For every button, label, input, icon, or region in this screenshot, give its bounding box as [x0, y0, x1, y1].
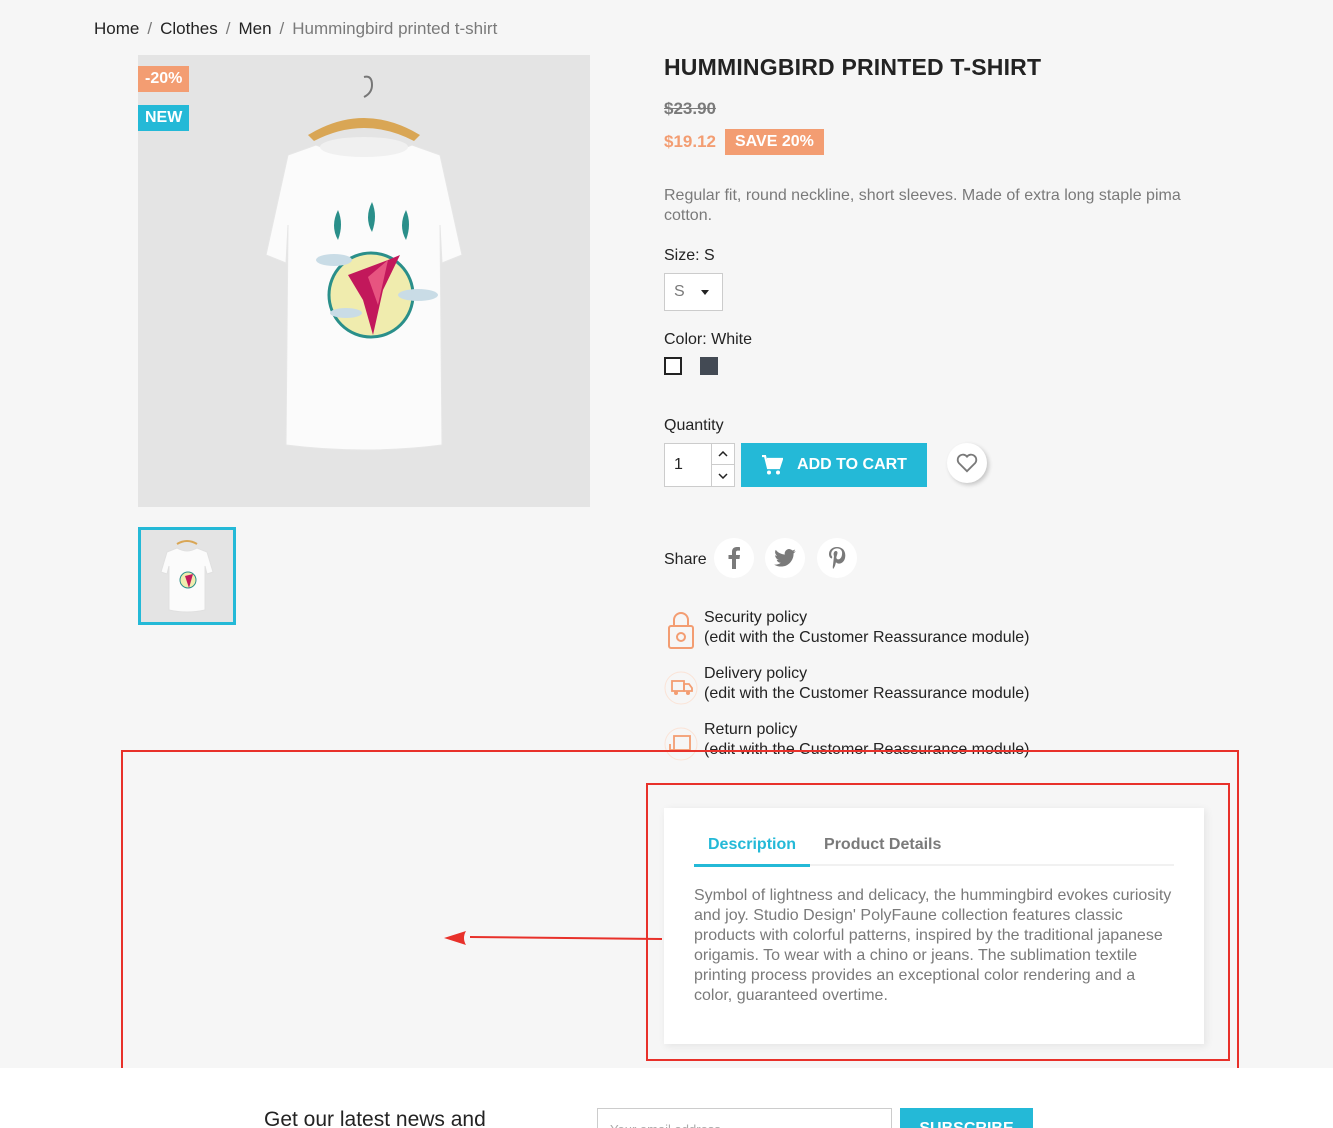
return-box-icon: [664, 727, 698, 761]
reassurance-subtitle: (edit with the Customer Reassurance modu…: [704, 685, 1030, 702]
wishlist-button[interactable]: [947, 443, 987, 483]
reassurance-security: Security policy (edit with the Customer …: [664, 608, 1084, 658]
color-label: Color: White: [664, 331, 753, 348]
breadcrumb-separator: /: [225, 19, 231, 38]
caret-down-icon: [701, 290, 709, 295]
newsletter-email-input[interactable]: Your email address: [597, 1108, 892, 1128]
twitter-share-button[interactable]: [765, 538, 805, 578]
reassurance-title: Return policy: [704, 721, 798, 738]
size-selected-value: S: [674, 283, 685, 300]
pinterest-icon: [829, 547, 846, 569]
tab-description[interactable]: Description: [694, 828, 811, 867]
reassurance-title: Delivery policy: [704, 665, 808, 682]
chevron-down-icon[interactable]: [712, 465, 734, 486]
tabs-header: Description Product Details: [694, 828, 1174, 867]
regular-price: $23.90: [664, 99, 716, 118]
share-label: Share: [664, 551, 707, 568]
quantity-stepper: [711, 443, 735, 487]
reassurance-title: Security policy: [704, 609, 808, 626]
pinterest-share-button[interactable]: [817, 538, 857, 578]
breadcrumb: Home / Clothes / Men / Hummingbird print…: [94, 19, 497, 39]
reassurance-return: Return policy (edit with the Customer Re…: [664, 720, 1084, 770]
save-badge: SAVE 20%: [725, 129, 824, 155]
reassurance-delivery: Delivery policy (edit with the Customer …: [664, 664, 1084, 714]
shopping-cart-icon: [762, 455, 784, 475]
description-text: Symbol of lightness and delicacy, the hu…: [694, 887, 1172, 1004]
subscribe-button[interactable]: SUBSCRIBE: [900, 1108, 1033, 1128]
breadcrumb-home[interactable]: Home: [94, 19, 139, 39]
facebook-icon: [728, 547, 740, 569]
breadcrumb-clothes[interactable]: Clothes: [160, 19, 218, 39]
annotation-arrow-icon: [444, 931, 663, 945]
color-swatch-grey[interactable]: [700, 357, 718, 375]
tab-product-details[interactable]: Product Details: [810, 828, 955, 864]
product-tabs: Description Product Details Symbol of li…: [664, 808, 1204, 1044]
reassurance-subtitle: (edit with the Customer Reassurance modu…: [704, 741, 1030, 758]
product-main-image[interactable]: -20% NEW: [138, 55, 590, 507]
breadcrumb-separator: /: [279, 19, 285, 38]
twitter-icon: [774, 549, 796, 567]
chevron-up-icon[interactable]: [712, 444, 734, 465]
new-flag: NEW: [138, 105, 190, 131]
lock-icon: [668, 612, 694, 649]
newsletter-text: Get our latest news and: [264, 1108, 486, 1128]
add-to-cart-label: ADD TO CART: [797, 456, 907, 473]
current-price: $19.12: [664, 132, 716, 151]
discount-flag: -20%: [138, 66, 190, 92]
heart-icon: [956, 453, 978, 473]
breadcrumb-separator: /: [147, 19, 153, 38]
delivery-truck-icon: [664, 671, 698, 705]
tshirt-image: [265, 75, 463, 451]
breadcrumb-current: Hummingbird printed t-shirt: [292, 19, 498, 38]
product-thumbnail[interactable]: [138, 527, 236, 625]
facebook-share-button[interactable]: [714, 538, 754, 578]
add-to-cart-button[interactable]: ADD TO CART: [741, 443, 927, 487]
size-select[interactable]: S: [664, 273, 723, 311]
quantity-label: Quantity: [664, 417, 724, 434]
product-title: HUMMINGBIRD PRINTED T-SHIRT: [664, 54, 1042, 80]
reassurance-subtitle: (edit with the Customer Reassurance modu…: [704, 629, 1030, 646]
color-swatch-white[interactable]: [664, 357, 682, 375]
quantity-input[interactable]: 1: [664, 443, 712, 487]
breadcrumb-men[interactable]: Men: [238, 19, 271, 39]
tshirt-thumbnail-image: [160, 540, 214, 613]
size-label: Size: S: [664, 247, 715, 264]
short-description: Regular fit, round neckline, short sleev…: [664, 187, 1181, 224]
